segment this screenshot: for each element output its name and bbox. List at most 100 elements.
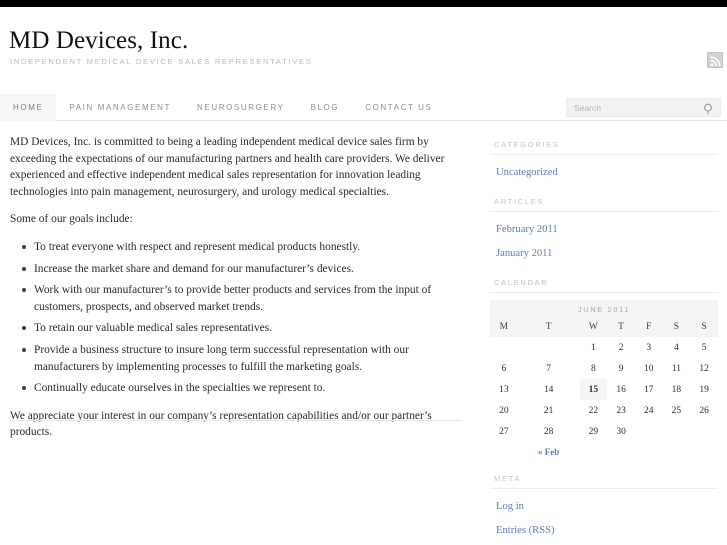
calendar-day: 13 [499,385,509,395]
category-link-uncategorized[interactable]: Uncategorized [496,167,558,178]
calendar-weekday-row: M T W T F S S [490,318,718,337]
calendar-day: 29 [588,427,599,437]
calendar-day: 27 [499,427,509,437]
calendar-day: 17 [644,385,654,395]
main-content: MD Devices, Inc. is committed to being a… [10,134,462,452]
widget-title-categories: Categories [490,140,718,155]
weekday-mon: M [490,318,518,337]
magnifier-icon[interactable] [703,102,715,115]
content-divider [10,420,462,421]
table-row: 13 14 15 16 17 18 19 [490,379,718,400]
calendar-day [690,421,718,442]
article-link-february-2011[interactable]: February 2011 [496,224,558,235]
list-item: January 2011 [490,243,718,261]
calendar-day: 25 [671,406,682,416]
calendar-day: 9 [618,364,624,374]
calendar-day: 7 [546,364,551,374]
calendar-day [490,337,518,358]
calendar-day: 16 [616,385,626,395]
meta-link-log-in[interactable]: Log in [496,501,524,512]
calendar-day-today: 15 [579,379,608,400]
weekday-sun: S [690,318,718,337]
calendar-day [635,421,663,442]
calendar-day: 3 [646,343,652,353]
search-input[interactable] [567,99,699,116]
categories-list: Uncategorized [490,155,718,180]
calendar-day: 18 [671,385,682,395]
articles-list: February 2011 January 2011 [490,212,718,261]
table-row: 27 28 29 30 [490,421,718,442]
list-item: Provide a business structure to insure l… [22,342,462,375]
calendar-prev-month-link[interactable]: « Feb [538,447,559,457]
calendar-day: 8 [591,364,596,374]
site-header: MD Devices, Inc. Independent Medical Dev… [0,7,727,94]
calendar-body: 1 2 3 4 5 6 7 8 9 10 11 12 13 14 15 16 1… [490,337,718,442]
calendar-foot: « Feb [490,442,718,457]
calendar-wrap: June 2011 M T W T F S S [490,293,718,457]
calendar-caption: June 2011 [490,300,718,318]
top-black-bar [0,0,727,7]
calendar-day: 14 [543,385,554,395]
list-item: Uncategorized [490,162,718,180]
nav-item-blog[interactable]: Blog [298,94,353,121]
sidebar: Categories Uncategorized Articles Februa… [490,140,718,545]
calendar-day: 19 [699,385,709,395]
meta-list: Log in Entries (RSS) [490,489,718,538]
list-item: Continually educate ourselves in the spe… [22,380,462,397]
calendar-day: 1 [591,343,596,353]
table-row: 20 21 22 23 24 25 26 [490,400,718,421]
rss-feed-link[interactable] [707,52,723,68]
nav-item-neurosurgery[interactable]: Neurosurgery [184,94,298,121]
calendar-day: 20 [499,406,509,416]
calendar-day: 6 [501,364,507,374]
weekday-fri: F [634,318,663,337]
site-tagline: Independent Medical Device Sales Represe… [10,57,313,66]
article-link-january-2011[interactable]: January 2011 [496,248,552,259]
widget-categories: Categories Uncategorized [490,140,718,180]
nav-list: Home Pain Management Neurosurgery Blog C… [0,94,445,121]
page-root: MD Devices, Inc. Independent Medical Dev… [0,0,727,545]
calendar-day: 2 [618,343,624,353]
rss-feed-icon [707,52,723,68]
widget-meta: Meta Log in Entries (RSS) [490,474,718,538]
calendar-foot-spacer [490,442,518,457]
weekday-sat: S [662,318,691,337]
widget-title-calendar: Calendar [490,278,718,293]
calendar-day: 22 [588,406,599,416]
calendar-day: 10 [644,364,654,374]
calendar-day: 30 [616,427,626,437]
calendar-day: 5 [701,343,707,353]
goals-list: To treat everyone with respect and repre… [10,239,462,397]
nav-item-contact-us[interactable]: Contact Us [352,94,445,121]
widget-title-articles: Articles [490,197,718,212]
meta-link-entries-rss[interactable]: Entries (RSS) [496,525,555,536]
calendar-day: 28 [543,427,554,437]
list-item: February 2011 [490,219,718,237]
nav-item-pain-management[interactable]: Pain Management [56,94,184,121]
intro-paragraph: MD Devices, Inc. is committed to being a… [10,136,445,198]
calendar-day: 24 [644,406,654,416]
closing-paragraph: We appreciate your interest in our compa… [10,409,432,439]
list-item: Entries (RSS) [490,520,718,538]
site-title: MD Devices, Inc. [9,27,189,54]
weekday-tue: T [517,318,580,337]
nav-item-home[interactable]: Home [0,94,57,121]
weekday-thu: T [607,318,635,337]
calendar-table: June 2011 M T W T F S S [490,300,718,457]
calendar-day: 4 [674,343,679,353]
widget-calendar: Calendar June 2011 M T W T F S S [490,278,718,457]
goals-lead: Some of our goals include: [10,213,133,226]
search-box [566,98,721,117]
table-row: 1 2 3 4 5 [490,337,718,358]
widget-title-meta: Meta [490,474,718,489]
table-row: « Feb [490,442,718,457]
list-item: Work with our manufacturer’s to provide … [22,282,462,315]
calendar-day: 23 [616,406,626,416]
calendar-day: 11 [671,364,681,374]
calendar-day: 12 [699,364,709,374]
weekday-wed: W [579,318,608,337]
list-item: Log in [490,496,718,514]
calendar-day: 26 [699,406,709,416]
calendar-head: M T W T F S S [490,318,718,337]
list-item: To treat everyone with respect and repre… [22,239,462,256]
